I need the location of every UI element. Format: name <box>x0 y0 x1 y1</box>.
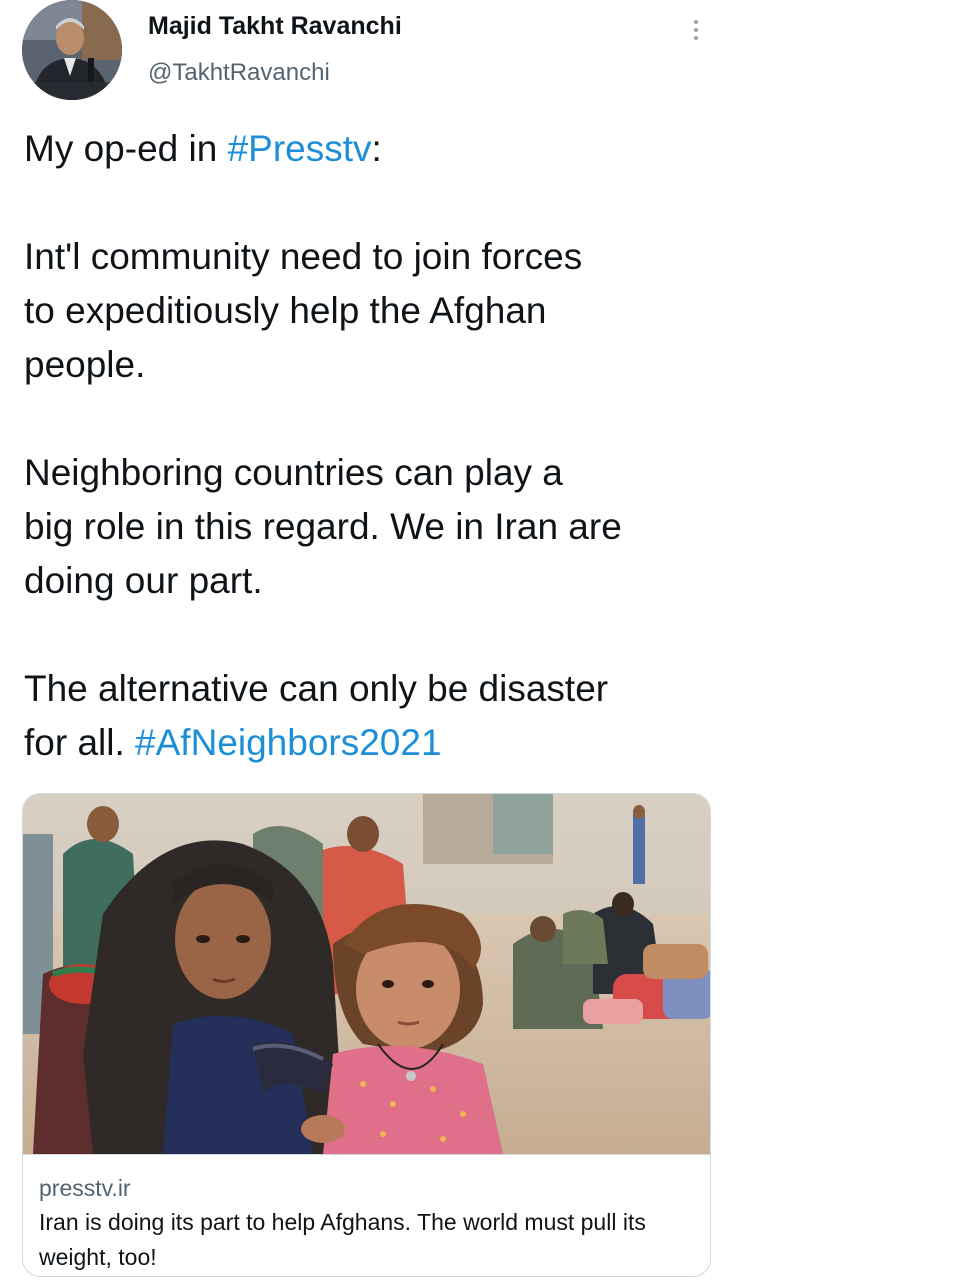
tweet-text: My op-ed in #Presstv: Int'l community nee… <box>24 122 724 770</box>
avatar-photo <box>22 0 122 100</box>
author-name[interactable]: Majid Takht Ravanchi <box>148 12 402 41</box>
link-preview-card[interactable]: presstv.ir Iran is doing its part to hel… <box>22 793 711 1277</box>
more-options-button[interactable] <box>684 14 708 46</box>
tweet-line: My op-ed in #Presstv: <box>24 122 724 176</box>
card-footer: presstv.ir Iran is doing its part to hel… <box>23 1154 710 1276</box>
tweet: Majid Takht Ravanchi @TakhtRavanchi My o… <box>0 0 730 1280</box>
tweet-line: for all. #AfNeighbors2021 <box>24 716 724 770</box>
card-title: Iran is doing its part to help Afghans. … <box>39 1209 646 1270</box>
more-vertical-icon-dot <box>694 28 698 32</box>
author-handle[interactable]: @TakhtRavanchi <box>148 59 330 87</box>
tweet-text-segment: My op-ed in <box>24 128 228 169</box>
background-margin <box>730 0 960 1280</box>
more-vertical-icon <box>694 20 698 24</box>
more-vertical-icon-dot <box>694 36 698 40</box>
tweet-line: to expeditiously help the Afghan <box>24 290 547 331</box>
tweet-text-segment: for all. <box>24 722 136 763</box>
tweet-line: Int'l community need to join forces <box>24 236 583 277</box>
hashtag-presstv[interactable]: #Presstv <box>228 128 372 169</box>
avatar[interactable] <box>22 0 122 100</box>
card-domain: presstv.ir <box>39 1175 131 1201</box>
card-image <box>23 794 710 1154</box>
tweet-line: people. <box>24 344 146 385</box>
tweet-line: Neighboring countries can play a <box>24 452 563 493</box>
tweet-line: The alternative can only be disaster <box>24 668 609 709</box>
tweet-line: doing our part. <box>24 560 263 601</box>
tweet-text-segment: : <box>371 128 382 169</box>
hashtag-afneighbors2021[interactable]: #AfNeighbors2021 <box>135 722 442 763</box>
tweet-line: big role in this regard. We in Iran are <box>24 506 622 547</box>
